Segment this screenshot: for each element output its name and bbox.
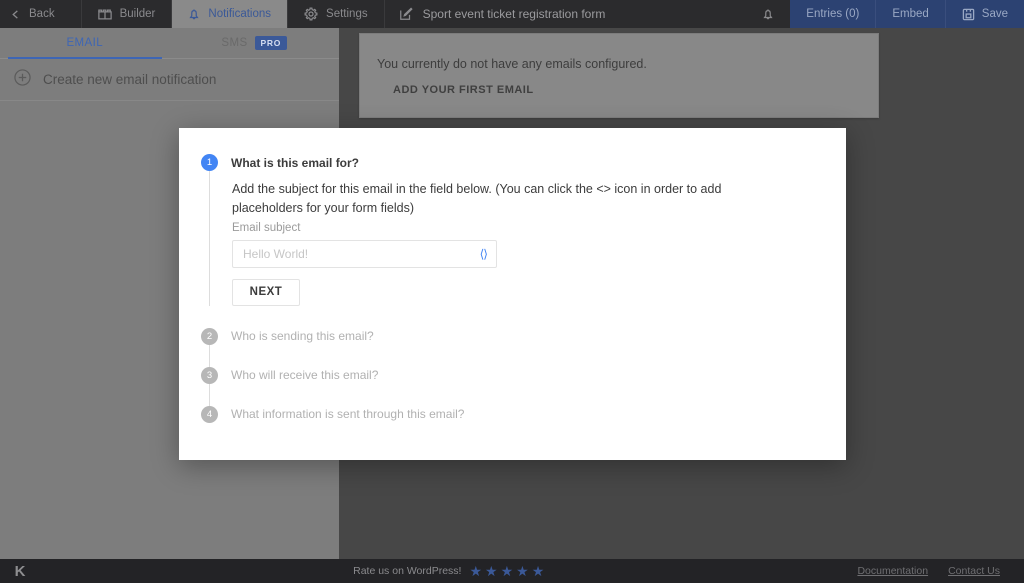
next-button[interactable]: NEXT: [232, 278, 300, 306]
gear-icon: [304, 7, 318, 21]
bell-icon: [188, 8, 200, 21]
pro-badge: PRO: [254, 36, 288, 50]
save-label: Save: [981, 8, 1008, 20]
app-root: Back Builder Notifications Settings Spor…: [0, 0, 1024, 583]
tab-sms-label: SMS: [221, 37, 248, 49]
tab-settings-label: Settings: [326, 8, 368, 20]
create-email-label: Create new email notification: [43, 72, 217, 87]
email-subject-input[interactable]: [233, 240, 496, 267]
wizard-step-4-number: 4: [201, 405, 218, 423]
email-subject-field[interactable]: ⟨⟩: [232, 239, 497, 268]
new-email-notification-dialog: 1 What is this email for? Add the subjec…: [179, 128, 846, 460]
wizard-step-1-body: Add the subject for this email in the fi…: [209, 171, 816, 306]
footer-links: Documentation Contact Us: [857, 565, 1024, 577]
wizard-step-4-header[interactable]: 4 What information is sent through this …: [201, 405, 816, 423]
wizard-step-4-title: What information is sent through this em…: [231, 407, 465, 422]
wizard-spacer: [201, 306, 816, 328]
alert-bell-button[interactable]: [746, 0, 790, 28]
wizard-step-3-title: Who will receive this email?: [231, 368, 379, 383]
plus-circle-icon: [14, 68, 31, 91]
tab-sms[interactable]: SMS PRO: [170, 28, 340, 59]
entries-button[interactable]: Entries (0): [790, 0, 875, 28]
tab-notifications[interactable]: Notifications: [172, 0, 288, 28]
wizard-connector: [209, 344, 210, 367]
rating-stars[interactable]: ★ ★ ★ ★ ★: [469, 564, 544, 578]
rating-area: Rate us on WordPress! ★ ★ ★ ★ ★: [40, 564, 857, 578]
wizard-step-4: 4 What information is sent through this …: [201, 405, 816, 423]
form-title-area[interactable]: Sport event ticket registration form: [385, 0, 747, 28]
wizard-step-1: 1 What is this email for? Add the subjec…: [201, 154, 816, 306]
blocks-icon: [97, 8, 112, 21]
tab-email[interactable]: EMAIL: [0, 28, 170, 59]
tab-builder[interactable]: Builder: [82, 0, 172, 28]
floppy-disk-icon: [962, 8, 975, 21]
wizard-step-3-number: 3: [201, 366, 218, 384]
tab-settings[interactable]: Settings: [288, 0, 384, 28]
wizard-step-2-header[interactable]: 2 Who is sending this email?: [201, 327, 816, 345]
back-button[interactable]: Back: [0, 0, 81, 28]
star-icon[interactable]: ★: [469, 564, 482, 578]
wizard-step-3: 3 Who will receive this email?: [201, 366, 816, 384]
empty-state-message: You currently do not have any emails con…: [377, 57, 647, 71]
wizard-step-1-title: What is this email for?: [231, 155, 360, 170]
star-icon[interactable]: ★: [501, 564, 514, 578]
bell-icon: [762, 8, 774, 21]
embed-button[interactable]: Embed: [875, 0, 944, 28]
documentation-link[interactable]: Documentation: [857, 565, 928, 577]
add-first-email-button[interactable]: ADD YOUR FIRST EMAIL: [393, 84, 534, 96]
star-icon[interactable]: ★: [485, 564, 498, 578]
top-toolbar: Back Builder Notifications Settings Spor…: [0, 0, 1024, 28]
save-button[interactable]: Save: [944, 0, 1024, 28]
embed-label: Embed: [892, 8, 929, 20]
contact-us-link[interactable]: Contact Us: [948, 565, 1000, 577]
toolbar-actions: Entries (0) Embed Save: [790, 0, 1024, 28]
wizard-step-1-number: 1: [201, 154, 218, 171]
create-email-notification-button[interactable]: Create new email notification: [0, 59, 339, 101]
pencil-edit-icon[interactable]: [399, 7, 413, 21]
tab-notifications-label: Notifications: [208, 8, 272, 20]
code-brackets-icon[interactable]: ⟨⟩: [480, 247, 488, 261]
wizard-step-1-description: Add the subject for this email in the fi…: [232, 182, 722, 216]
back-label: Back: [29, 8, 55, 20]
sidebar-tabs: EMAIL SMS PRO: [0, 28, 339, 59]
email-subject-label: Email subject: [232, 221, 301, 234]
tab-email-label: EMAIL: [66, 37, 103, 49]
chevron-left-icon: [10, 9, 21, 20]
entries-label: Entries (0): [806, 8, 860, 20]
wizard-step-3-header[interactable]: 3 Who will receive this email?: [201, 366, 816, 384]
wizard-step-2-number: 2: [201, 327, 218, 345]
star-icon[interactable]: ★: [532, 564, 545, 578]
wizard-step-1-header[interactable]: 1 What is this email for?: [201, 154, 816, 171]
star-icon[interactable]: ★: [516, 564, 529, 578]
empty-state-card: You currently do not have any emails con…: [359, 33, 879, 118]
wizard-step-2-title: Who is sending this email?: [231, 329, 374, 344]
tab-builder-label: Builder: [119, 8, 156, 20]
form-title: Sport event ticket registration form: [422, 7, 606, 21]
wizard-connector: [209, 383, 210, 406]
rate-us-label: Rate us on WordPress!: [353, 565, 462, 577]
wizard-step-2: 2 Who is sending this email?: [201, 327, 816, 345]
bottom-status-bar: K Rate us on WordPress! ★ ★ ★ ★ ★ Docume…: [0, 559, 1024, 583]
app-logo: K: [14, 562, 26, 580]
